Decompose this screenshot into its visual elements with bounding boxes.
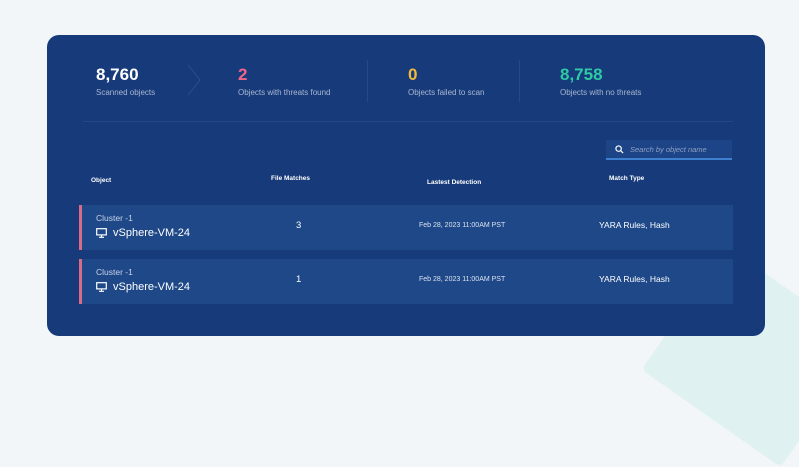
file-matches-count: 1 bbox=[296, 274, 302, 285]
stat-no-threats-label: Objects with no threats bbox=[560, 88, 642, 97]
stat-failed: 0 Objects failed to scan bbox=[408, 65, 484, 97]
search-icon bbox=[615, 145, 624, 154]
stat-scanned: 8,760 Scanned objects bbox=[96, 65, 155, 97]
column-header-latest-detection[interactable]: Lastest Detection bbox=[427, 179, 481, 186]
latest-detection-date: Feb 28, 2023 11:00AM PST bbox=[419, 276, 506, 283]
search-input[interactable] bbox=[630, 142, 726, 157]
stat-no-threats: 8,758 Objects with no threats bbox=[560, 65, 641, 97]
scan-results-panel: 8,760 Scanned objects 2 Objects with thr… bbox=[47, 35, 765, 336]
vm-name[interactable]: vSphere-VM-24 bbox=[96, 281, 190, 293]
stats-summary: 8,760 Scanned objects 2 Objects with thr… bbox=[47, 35, 765, 121]
stat-threats: 2 Objects with threats found bbox=[238, 65, 331, 97]
search-box[interactable] bbox=[606, 140, 732, 160]
stat-scanned-label: Scanned objects bbox=[96, 88, 156, 97]
vm-name-label: vSphere-VM-24 bbox=[113, 227, 191, 239]
column-header-file-matches[interactable]: File Matches bbox=[271, 175, 310, 182]
cluster-name: Cluster -1 bbox=[96, 267, 133, 277]
chevron-right-icon bbox=[187, 64, 201, 96]
monitor-icon bbox=[96, 228, 107, 238]
vm-name[interactable]: vSphere-VM-24 bbox=[96, 227, 190, 239]
column-header-object[interactable]: Object bbox=[91, 177, 111, 184]
table-row[interactable]: Cluster -1 vSphere-VM-24 1 Feb 28, 2023 … bbox=[79, 259, 733, 304]
vm-name-label: vSphere-VM-24 bbox=[113, 281, 191, 293]
stat-threats-value: 2 bbox=[238, 65, 248, 84]
file-matches-count: 3 bbox=[296, 220, 302, 231]
match-type: YARA Rules, Hash bbox=[599, 274, 670, 284]
monitor-icon bbox=[96, 282, 107, 292]
stat-failed-value: 0 bbox=[408, 65, 418, 84]
section-divider bbox=[83, 121, 733, 122]
stat-no-threats-value: 8,758 bbox=[560, 65, 603, 84]
cluster-name: Cluster -1 bbox=[96, 213, 133, 223]
column-header-match-type[interactable]: Match Type bbox=[609, 175, 644, 182]
stat-divider bbox=[519, 60, 520, 102]
stat-threats-label: Objects with threats found bbox=[238, 88, 331, 97]
match-type: YARA Rules, Hash bbox=[599, 220, 670, 230]
latest-detection-date: Feb 28, 2023 11:00AM PST bbox=[419, 222, 506, 229]
stat-scanned-value: 8,760 bbox=[96, 65, 139, 84]
stat-failed-label: Objects failed to scan bbox=[408, 88, 485, 97]
table-row[interactable]: Cluster -1 vSphere-VM-24 3 Feb 28, 2023 … bbox=[79, 205, 733, 250]
stat-divider bbox=[367, 60, 368, 102]
